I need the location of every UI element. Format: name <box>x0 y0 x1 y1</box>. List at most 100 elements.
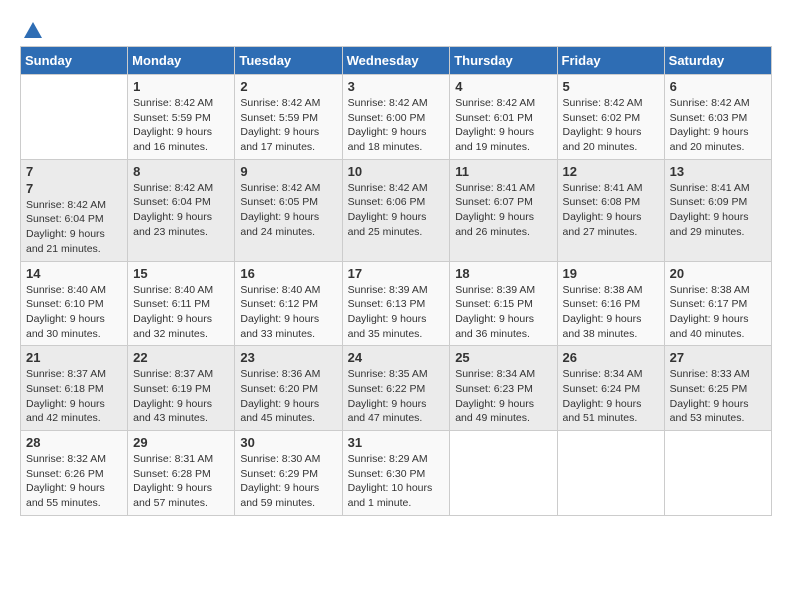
day-number: 7 <box>26 181 122 196</box>
day-number: 20 <box>670 266 766 281</box>
calendar-cell: 22 Sunrise: 8:37 AMSunset: 6:19 PMDayligh… <box>128 346 235 431</box>
page-header <box>20 20 772 36</box>
day-content: Sunrise: 8:42 AMSunset: 6:01 PMDaylight:… <box>455 96 551 155</box>
calendar-cell <box>557 431 664 516</box>
column-header-sunday: Sunday <box>21 47 128 75</box>
day-content: Sunrise: 8:37 AMSunset: 6:19 PMDaylight:… <box>133 367 229 426</box>
calendar-cell: 17Sunrise: 8:39 AMSunset: 6:13 PMDayligh… <box>342 261 450 346</box>
day-number: 27 <box>670 350 766 365</box>
day-content: Sunrise: 8:40 AMSunset: 6:12 PMDaylight:… <box>240 283 336 342</box>
calendar-cell: 30 Sunrise: 8:30 AMSunset: 6:29 PMDayligh… <box>235 431 342 516</box>
day-content: Sunrise: 8:36 AMSunset: 6:20 PMDaylight:… <box>240 367 336 426</box>
day-number: 3 <box>348 79 445 94</box>
calendar-header-row: SundayMondayTuesdayWednesdayThursdayFrid… <box>21 47 772 75</box>
day-content: Sunrise: 8:42 AMSunset: 5:59 PMDaylight:… <box>133 96 229 155</box>
calendar-cell <box>450 431 557 516</box>
day-content: Sunrise: 8:42 AMSunset: 6:05 PMDaylight:… <box>240 181 336 240</box>
day-number: 10 <box>348 164 445 179</box>
calendar-cell: 1 Sunrise: 8:42 AMSunset: 5:59 PMDaylight… <box>128 75 235 160</box>
calendar-cell: 24Sunrise: 8:35 AMSunset: 6:22 PMDayligh… <box>342 346 450 431</box>
day-content: Sunrise: 8:34 AMSunset: 6:23 PMDaylight:… <box>455 367 551 426</box>
calendar-cell: 20 Sunrise: 8:38 AMSunset: 6:17 PMDayligh… <box>664 261 771 346</box>
column-header-thursday: Thursday <box>450 47 557 75</box>
calendar-cell: 4 Sunrise: 8:42 AMSunset: 6:01 PMDaylight… <box>450 75 557 160</box>
day-content: Sunrise: 8:38 AMSunset: 6:16 PMDaylight:… <box>563 283 659 342</box>
day-number: 13 <box>670 164 766 179</box>
logo-icon <box>22 20 44 42</box>
calendar-cell: 13Sunrise: 8:41 AMSunset: 6:09 PMDayligh… <box>664 159 771 261</box>
calendar-cell <box>21 75 128 160</box>
calendar-cell: 8 Sunrise: 8:42 AMSunset: 6:04 PMDaylight… <box>128 159 235 261</box>
day-number: 14 <box>26 266 122 281</box>
day-number: 30 <box>240 435 336 450</box>
day-content: Sunrise: 8:42 AMSunset: 6:02 PMDaylight:… <box>563 96 659 155</box>
calendar-cell: 77Sunrise: 8:42 AMSunset: 6:04 PMDayligh… <box>21 159 128 261</box>
day-number: 16 <box>240 266 336 281</box>
calendar-cell: 9 Sunrise: 8:42 AMSunset: 6:05 PMDaylight… <box>235 159 342 261</box>
calendar-cell: 11Sunrise: 8:41 AMSunset: 6:07 PMDayligh… <box>450 159 557 261</box>
day-content: Sunrise: 8:40 AMSunset: 6:11 PMDaylight:… <box>133 283 229 342</box>
column-header-tuesday: Tuesday <box>235 47 342 75</box>
day-content: Sunrise: 8:42 AMSunset: 6:00 PMDaylight:… <box>348 96 445 155</box>
calendar-cell: 3 Sunrise: 8:42 AMSunset: 6:00 PMDaylight… <box>342 75 450 160</box>
day-number: 28 <box>26 435 122 450</box>
calendar-cell: 29 Sunrise: 8:31 AMSunset: 6:28 PMDayligh… <box>128 431 235 516</box>
column-header-monday: Monday <box>128 47 235 75</box>
day-number: 24 <box>348 350 445 365</box>
day-number: 23 <box>240 350 336 365</box>
day-number: 25 <box>455 350 551 365</box>
day-content: Sunrise: 8:29 AMSunset: 6:30 PMDaylight:… <box>348 452 445 511</box>
day-content: Sunrise: 8:42 AMSunset: 6:03 PMDaylight:… <box>670 96 766 155</box>
calendar-cell: 2 Sunrise: 8:42 AMSunset: 5:59 PMDaylight… <box>235 75 342 160</box>
day-number: 18 <box>455 266 551 281</box>
day-number: 11 <box>455 164 551 179</box>
calendar-cell: 5Sunrise: 8:42 AMSunset: 6:02 PMDaylight… <box>557 75 664 160</box>
day-content: Sunrise: 8:42 AMSunset: 6:04 PMDaylight:… <box>26 198 122 257</box>
column-header-saturday: Saturday <box>664 47 771 75</box>
day-content: Sunrise: 8:41 AMSunset: 6:08 PMDaylight:… <box>563 181 659 240</box>
calendar-table: SundayMondayTuesdayWednesdayThursdayFrid… <box>20 46 772 516</box>
day-content: Sunrise: 8:37 AMSunset: 6:18 PMDaylight:… <box>26 367 122 426</box>
day-content: Sunrise: 8:34 AMSunset: 6:24 PMDaylight:… <box>563 367 659 426</box>
day-number: 29 <box>133 435 229 450</box>
calendar-cell <box>664 431 771 516</box>
day-content: Sunrise: 8:38 AMSunset: 6:17 PMDaylight:… <box>670 283 766 342</box>
day-content: Sunrise: 8:39 AMSunset: 6:13 PMDaylight:… <box>348 283 445 342</box>
calendar-cell: 12 Sunrise: 8:41 AMSunset: 6:08 PMDayligh… <box>557 159 664 261</box>
day-content: Sunrise: 8:30 AMSunset: 6:29 PMDaylight:… <box>240 452 336 511</box>
calendar-cell: 26 Sunrise: 8:34 AMSunset: 6:24 PMDayligh… <box>557 346 664 431</box>
calendar-cell: 31 Sunrise: 8:29 AMSunset: 6:30 PMDayligh… <box>342 431 450 516</box>
day-content: Sunrise: 8:33 AMSunset: 6:25 PMDaylight:… <box>670 367 766 426</box>
calendar-cell: 16 Sunrise: 8:40 AMSunset: 6:12 PMDayligh… <box>235 261 342 346</box>
day-content: Sunrise: 8:31 AMSunset: 6:28 PMDaylight:… <box>133 452 229 511</box>
logo <box>20 20 44 36</box>
day-content: Sunrise: 8:39 AMSunset: 6:15 PMDaylight:… <box>455 283 551 342</box>
day-content: Sunrise: 8:40 AMSunset: 6:10 PMDaylight:… <box>26 283 122 342</box>
calendar-cell: 28 Sunrise: 8:32 AMSunset: 6:26 PMDayligh… <box>21 431 128 516</box>
calendar-cell: 14 Sunrise: 8:40 AMSunset: 6:10 PMDayligh… <box>21 261 128 346</box>
day-number: 9 <box>240 164 336 179</box>
week-row-4: 21Sunrise: 8:37 AMSunset: 6:18 PMDayligh… <box>21 346 772 431</box>
day-content: Sunrise: 8:42 AMSunset: 6:04 PMDaylight:… <box>133 181 229 240</box>
calendar-cell: 19 Sunrise: 8:38 AMSunset: 6:16 PMDayligh… <box>557 261 664 346</box>
calendar-cell: 23 Sunrise: 8:36 AMSunset: 6:20 PMDayligh… <box>235 346 342 431</box>
day-number: 15 <box>133 266 229 281</box>
day-number: 26 <box>563 350 659 365</box>
calendar-cell: 25 Sunrise: 8:34 AMSunset: 6:23 PMDayligh… <box>450 346 557 431</box>
calendar-cell: 18 Sunrise: 8:39 AMSunset: 6:15 PMDayligh… <box>450 261 557 346</box>
day-number: 8 <box>133 164 229 179</box>
day-number: 31 <box>348 435 445 450</box>
day-number: 2 <box>240 79 336 94</box>
day-number: 1 <box>133 79 229 94</box>
week-row-5: 28 Sunrise: 8:32 AMSunset: 6:26 PMDayligh… <box>21 431 772 516</box>
day-number: 22 <box>133 350 229 365</box>
day-content: Sunrise: 8:42 AMSunset: 5:59 PMDaylight:… <box>240 96 336 155</box>
day-number: 19 <box>563 266 659 281</box>
day-number: 12 <box>563 164 659 179</box>
calendar-cell: 6Sunrise: 8:42 AMSunset: 6:03 PMDaylight… <box>664 75 771 160</box>
day-number: 4 <box>455 79 551 94</box>
column-header-friday: Friday <box>557 47 664 75</box>
day-content: Sunrise: 8:32 AMSunset: 6:26 PMDaylight:… <box>26 452 122 511</box>
day-content: Sunrise: 8:42 AMSunset: 6:06 PMDaylight:… <box>348 181 445 240</box>
calendar-cell: 27 Sunrise: 8:33 AMSunset: 6:25 PMDayligh… <box>664 346 771 431</box>
